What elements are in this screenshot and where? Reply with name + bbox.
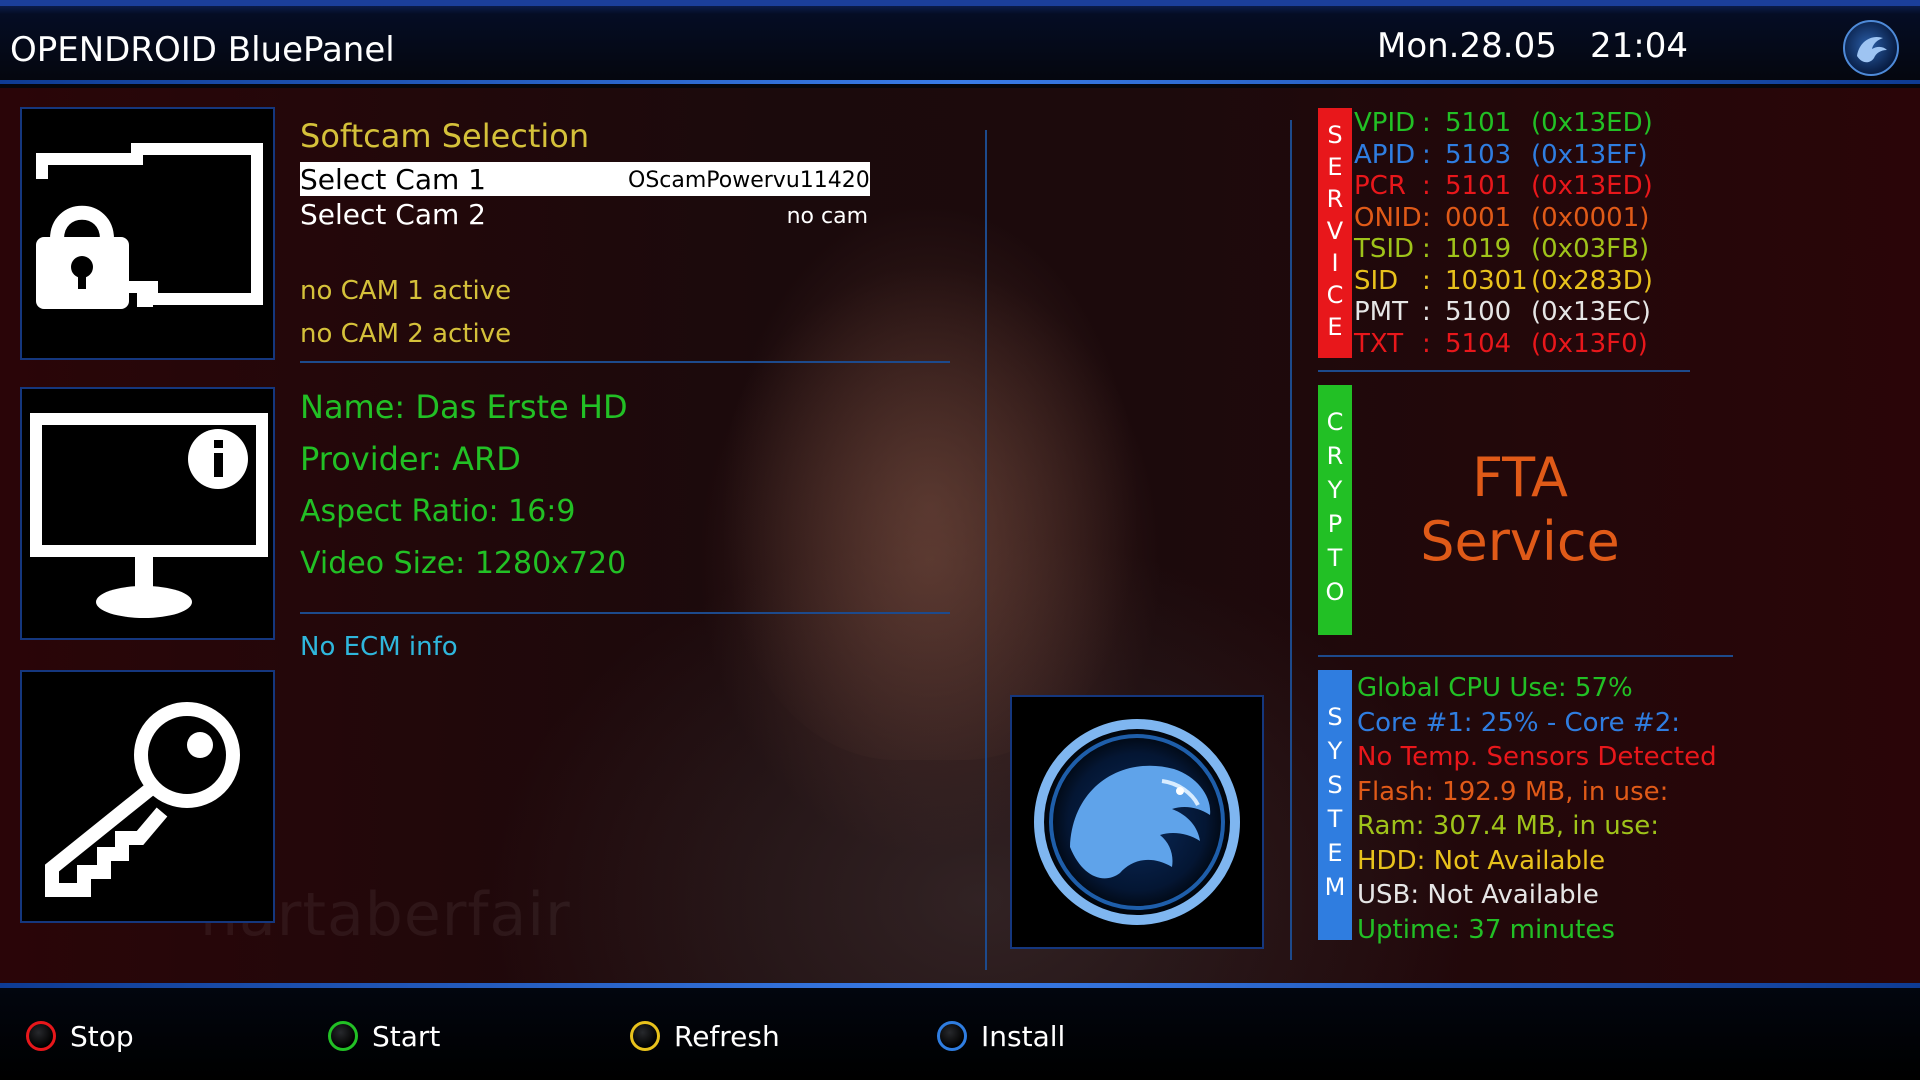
channel-aspect-ratio: Aspect Ratio: 16:9: [300, 494, 576, 529]
time-display: 21:04: [1590, 26, 1688, 66]
channel-name: Name: Das Erste HD: [300, 388, 628, 426]
service-tag: SERVICE: [1318, 108, 1352, 358]
crypto-status-line2: Service: [1420, 510, 1620, 573]
service-key-tsid: TSID: [1354, 234, 1415, 264]
service-key-apid: APID: [1354, 139, 1416, 170]
app-title: OPENDROID BluePanel: [10, 30, 395, 70]
refresh-key-icon: [630, 1021, 660, 1051]
section-divider: [300, 361, 950, 363]
service-key-sid: SID: [1354, 265, 1399, 296]
service-hex-sid: (0x283D): [1531, 265, 1653, 296]
channel-video-size: Video Size: 1280x720: [300, 546, 627, 581]
column-divider: [1290, 120, 1292, 960]
system-info-row: Global CPU Use: 57%: [1357, 673, 1633, 703]
service-sep: :: [1422, 171, 1431, 201]
cam-2-status: no CAM 2 active: [300, 319, 512, 349]
opendroid-logo: [1010, 695, 1264, 949]
service-hex-vpid: (0x13ED): [1531, 108, 1653, 138]
service-value-txt: 5104: [1445, 328, 1512, 359]
service-hex-onid: (0x0001): [1531, 202, 1650, 233]
section-divider: [1318, 370, 1690, 372]
service-sep: :: [1422, 202, 1431, 233]
start-button-label: Start: [372, 1019, 441, 1053]
system-info-row: Flash: 192.9 MB, in use:: [1357, 776, 1669, 807]
section-divider: [300, 612, 950, 614]
key-icon: [45, 702, 240, 897]
service-sep: :: [1422, 328, 1431, 359]
service-key-vpid: VPID: [1354, 108, 1416, 138]
service-value-sid: 10301: [1445, 265, 1528, 296]
system-info-row: Uptime: 37 minutes: [1357, 914, 1615, 945]
system-info-row: Core #1: 25% - Core #2:: [1357, 707, 1681, 738]
service-tag-text: SERVICE: [1321, 121, 1349, 345]
service-value-pmt: 5100: [1445, 297, 1512, 327]
softcam-panel-button[interactable]: [20, 107, 275, 360]
service-key-pcr: PCR: [1354, 171, 1406, 201]
system-info-row: No Temp. Sensors Detected: [1357, 742, 1717, 772]
top-divider: [0, 80, 1920, 84]
crypto-status-line1: FTA: [1472, 446, 1568, 509]
keys-panel-button[interactable]: [20, 670, 275, 923]
channel-provider: Provider: ARD: [300, 440, 521, 478]
crypto-tag-text: CRYPTO: [1321, 408, 1349, 612]
bottom-divider: [0, 983, 1920, 988]
stop-key-icon: [26, 1021, 56, 1051]
service-hex-apid: (0x13EF): [1531, 139, 1648, 170]
opendroid-eagle-icon: [1843, 20, 1899, 76]
system-info-row: Ram: 307.4 MB, in use:: [1357, 811, 1660, 841]
service-value-apid: 5103: [1445, 139, 1512, 170]
service-hex-pmt: (0x13EC): [1531, 297, 1651, 327]
monitor-info-icon: [30, 413, 268, 618]
softcam-heading: Softcam Selection: [300, 117, 590, 155]
refresh-button[interactable]: Refresh: [630, 1018, 780, 1054]
service-key-onid: ONID: [1354, 202, 1422, 233]
select-cam-1-label: Select Cam 1: [300, 163, 486, 196]
service-value-vpid: 5101: [1445, 108, 1512, 138]
date-display: Mon.28.05: [1377, 26, 1557, 66]
service-hex-tsid: (0x03FB): [1531, 234, 1650, 264]
select-cam-2-label[interactable]: Select Cam 2: [300, 198, 486, 231]
video-background-person: [720, 200, 1140, 760]
service-hex-pcr: (0x13ED): [1531, 171, 1653, 201]
service-value-pcr: 5101: [1445, 171, 1512, 201]
install-button[interactable]: Install: [937, 1018, 1065, 1054]
service-value-tsid: 1019: [1445, 234, 1512, 264]
select-cam-1-value: OScamPowervu11420: [628, 168, 870, 193]
section-divider: [1318, 655, 1733, 657]
stop-button-label: Stop: [70, 1019, 134, 1053]
eagle-logo-icon: [1034, 719, 1240, 925]
service-sep: :: [1422, 265, 1431, 296]
info-panel-button[interactable]: [20, 387, 275, 640]
start-key-icon: [328, 1021, 358, 1051]
service-key-pmt: PMT: [1354, 297, 1408, 327]
install-button-label: Install: [981, 1019, 1066, 1053]
service-hex-txt: (0x13F0): [1531, 328, 1648, 359]
crypto-tag: CRYPTO: [1318, 385, 1352, 635]
service-value-onid: 0001: [1445, 202, 1512, 233]
system-tag-text: SYSTEM: [1321, 703, 1349, 907]
ecm-info: No ECM info: [300, 632, 458, 662]
system-info-row: USB: Not Available: [1357, 880, 1599, 910]
service-sep: :: [1422, 297, 1431, 327]
column-divider: [985, 130, 987, 970]
system-info-row: HDD: Not Available: [1357, 845, 1606, 876]
service-sep: :: [1422, 108, 1431, 138]
refresh-button-label: Refresh: [674, 1019, 780, 1053]
system-tag: SYSTEM: [1318, 670, 1352, 940]
lock-screen-icon: [36, 143, 263, 309]
select-cam-2-value[interactable]: no cam: [628, 204, 868, 229]
install-key-icon: [937, 1021, 967, 1051]
service-sep: :: [1422, 139, 1431, 170]
cam-1-status: no CAM 1 active: [300, 276, 512, 306]
start-button[interactable]: Start: [328, 1018, 440, 1054]
service-sep: :: [1422, 234, 1431, 264]
stop-button[interactable]: Stop: [26, 1018, 134, 1054]
service-key-txt: TXT: [1354, 328, 1404, 359]
